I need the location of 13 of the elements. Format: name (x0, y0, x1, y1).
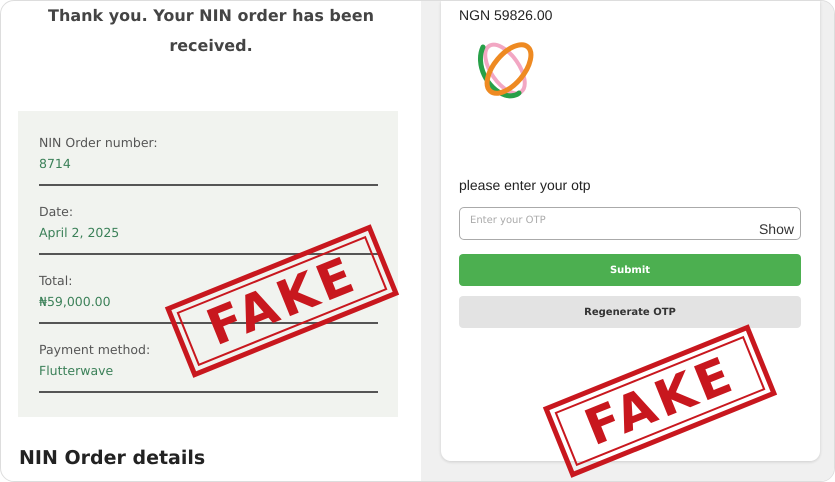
confirmation-heading: Thank you. Your NIN order has been received. (47, 5, 375, 57)
otp-input-field[interactable]: Enter your OTP Show (459, 207, 801, 240)
field-label: NIN Order number: (39, 134, 159, 152)
show-toggle[interactable]: Show (758, 221, 794, 237)
field-label: Payment method: (39, 341, 152, 359)
field-value: 8714 (39, 155, 72, 173)
field-value: Flutterwave (39, 362, 114, 380)
amount-text: NGN 59826.00 (459, 7, 554, 23)
field-value: April 2, 2025 (39, 224, 120, 242)
section-heading: NIN Order details (19, 447, 206, 469)
field-label: Date: (39, 203, 74, 221)
regenerate-button[interactable]: Regenerate OTP (459, 296, 801, 328)
otp-prompt: please enter your otp (459, 177, 592, 193)
